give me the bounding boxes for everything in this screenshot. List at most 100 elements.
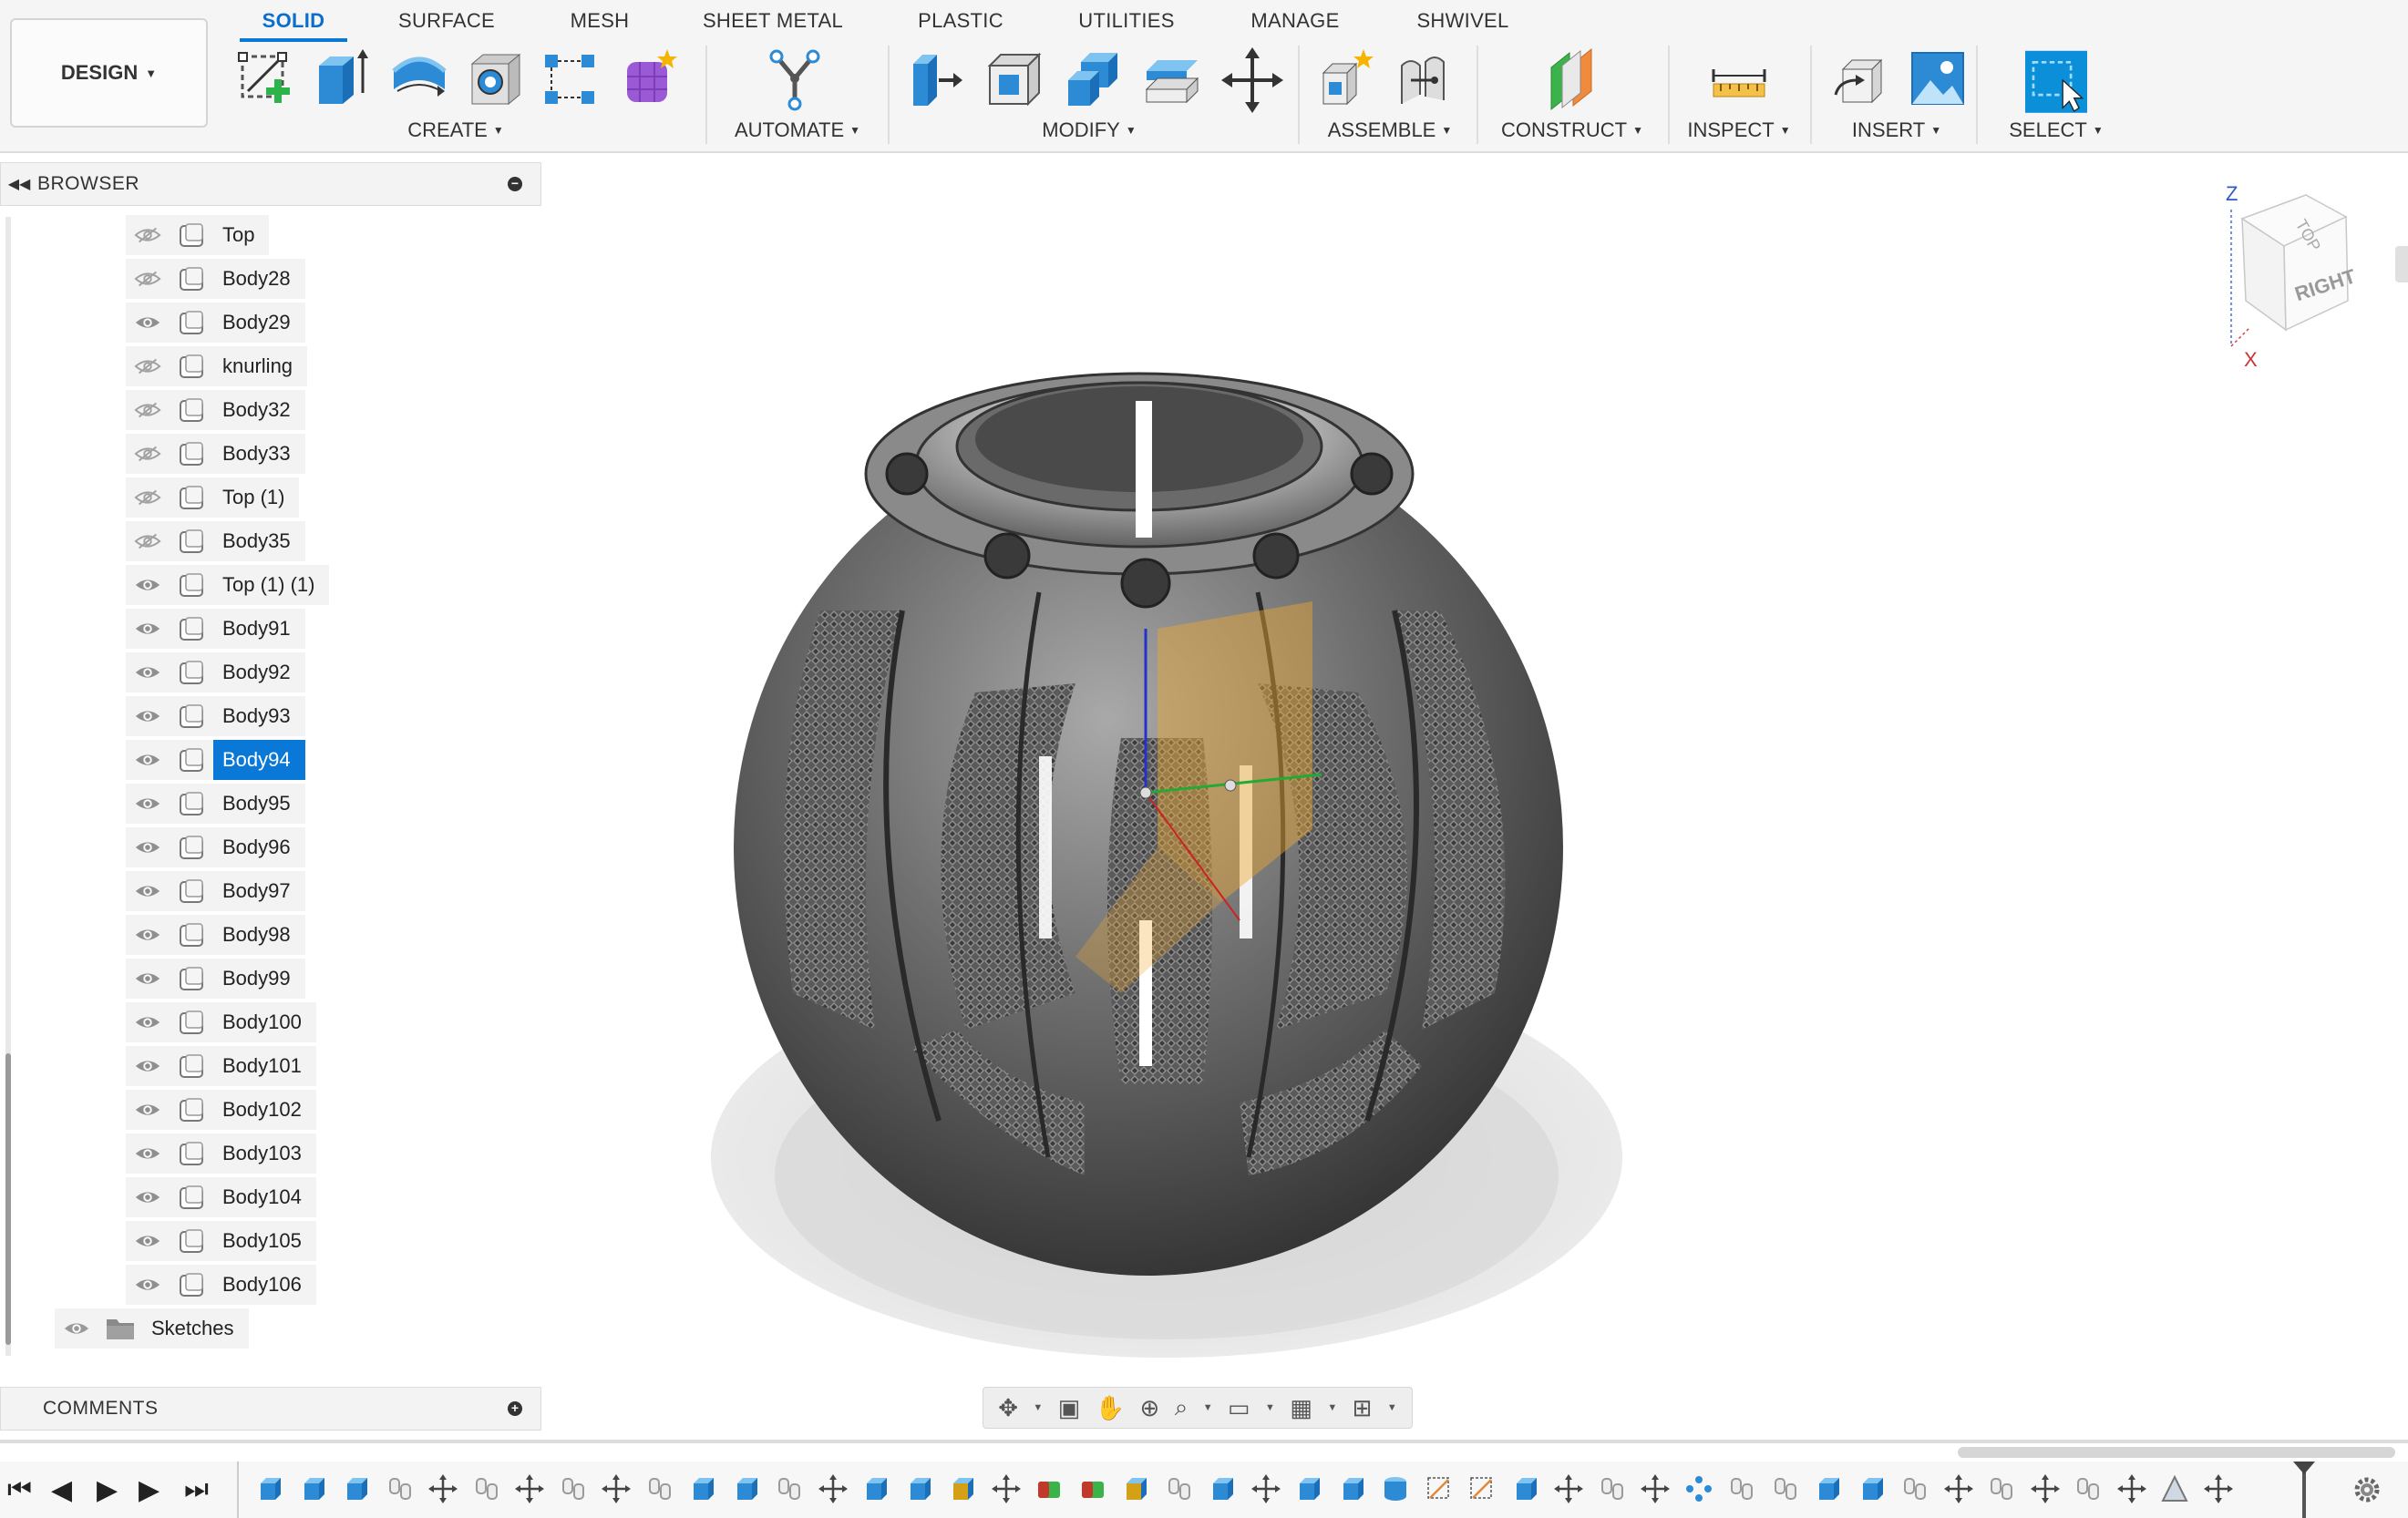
tab-surface[interactable]: SURFACE: [387, 5, 506, 36]
browser-item[interactable]: Body105: [126, 1221, 316, 1261]
timeline-feature-gold-icon[interactable]: [1121, 1474, 1150, 1503]
timeline-feature-gold-icon[interactable]: [948, 1474, 977, 1503]
timeline-feature-joint-icon[interactable]: [645, 1474, 674, 1503]
select-menu[interactable]: SELECT ▼: [2002, 117, 2111, 144]
visibility-eye-icon[interactable]: [126, 652, 170, 692]
press-pull-icon[interactable]: [906, 44, 968, 117]
browser-item[interactable]: Body33: [126, 434, 305, 474]
viewports-icon[interactable]: ⊞: [1353, 1394, 1373, 1422]
browser-item[interactable]: Body29: [126, 303, 305, 343]
pan-icon[interactable]: ✋: [1096, 1394, 1125, 1422]
timeline-feature-pattern-icon[interactable]: [1684, 1474, 1713, 1503]
step-forward-icon[interactable]: ▶: [139, 1474, 160, 1506]
add-comment-icon[interactable]: +: [508, 1401, 522, 1416]
timeline-feature-joint-icon[interactable]: [1727, 1474, 1756, 1503]
create-sketch-icon[interactable]: [235, 44, 297, 117]
hidden-eye-icon[interactable]: [126, 521, 170, 561]
insert-menu[interactable]: INSERT ▼: [1837, 117, 1956, 144]
visibility-eye-icon[interactable]: [126, 303, 170, 343]
look-at-icon[interactable]: ▣: [1058, 1394, 1081, 1422]
step-back-icon[interactable]: ◀: [51, 1474, 72, 1506]
visibility-eye-icon[interactable]: [126, 1265, 170, 1305]
timeline-feature-move-icon[interactable]: [602, 1474, 631, 1503]
browser-item[interactable]: Body100: [126, 1002, 316, 1042]
timeline-feature-joint-icon[interactable]: [1987, 1474, 2016, 1503]
timeline-feature-cube-icon[interactable]: [1814, 1474, 1843, 1503]
panel-tab-handle[interactable]: [2395, 246, 2408, 282]
browser-item[interactable]: Body91: [126, 609, 305, 649]
browser-folder-sketches[interactable]: Sketches: [55, 1308, 249, 1349]
minimize-icon[interactable]: −: [508, 177, 522, 191]
timeline-feature-cube-icon[interactable]: [1338, 1474, 1367, 1503]
visibility-eye-icon[interactable]: [126, 609, 170, 649]
browser-item[interactable]: Top (1) (1): [126, 565, 330, 605]
tab-manage[interactable]: MANAGE: [1240, 5, 1351, 36]
tab-solid[interactable]: SOLID: [246, 5, 341, 36]
tab-mesh[interactable]: MESH: [558, 5, 642, 36]
timeline-scrollbar[interactable]: [1958, 1447, 2395, 1458]
create-menu[interactable]: CREATE ▼: [401, 117, 510, 144]
chevron-down-icon[interactable]: ▼: [1203, 1402, 1213, 1413]
timeline-feature-sketch-icon[interactable]: [1425, 1474, 1454, 1503]
visibility-eye-icon[interactable]: [126, 1221, 170, 1261]
timeline-feature-joint-icon[interactable]: [1598, 1474, 1627, 1503]
view-cube[interactable]: Z X TOP RIGHT: [2206, 173, 2388, 383]
visibility-eye-icon[interactable]: [126, 1177, 170, 1217]
visibility-eye-icon[interactable]: [126, 915, 170, 955]
display-settings-icon[interactable]: ▭: [1228, 1394, 1250, 1422]
assemble-menu[interactable]: ASSEMBLE ▼: [1322, 117, 1458, 144]
timeline-feature-joint-icon[interactable]: [1771, 1474, 1800, 1503]
timeline-feature-cube-icon[interactable]: [1857, 1474, 1887, 1503]
browser-item[interactable]: Body96: [126, 827, 305, 867]
timeline-feature-cube-icon[interactable]: [688, 1474, 717, 1503]
inspect-menu[interactable]: INSPECT ▼: [1684, 117, 1794, 144]
timeline-feature-move-icon[interactable]: [2203, 1474, 2233, 1503]
browser-item[interactable]: Body92: [126, 652, 305, 692]
workspace-switcher-button[interactable]: DESIGN ▼: [10, 18, 208, 128]
hidden-eye-icon[interactable]: [126, 346, 170, 386]
timeline-feature-move-icon[interactable]: [1943, 1474, 1973, 1503]
visibility-eye-icon[interactable]: [126, 740, 170, 780]
timeline-feature-move-icon[interactable]: [1554, 1474, 1583, 1503]
visibility-eye-icon[interactable]: [126, 565, 170, 605]
browser-item[interactable]: Body32: [126, 390, 305, 430]
3d-model-viewport[interactable]: [693, 337, 1622, 1376]
visibility-eye-icon[interactable]: [126, 784, 170, 824]
go-to-end-icon[interactable]: ⏭: [184, 1474, 209, 1505]
timeline-feature-move-icon[interactable]: [428, 1474, 458, 1503]
construct-menu[interactable]: CONSTRUCT ▼: [1495, 117, 1650, 144]
offset-face-icon[interactable]: [1141, 44, 1203, 117]
tab-utilities[interactable]: UTILITIES: [1065, 5, 1189, 36]
timeline-feature-cube-icon[interactable]: [905, 1474, 934, 1503]
visibility-eye-icon[interactable]: [126, 1133, 170, 1174]
timeline-feature-cube-icon[interactable]: [1208, 1474, 1237, 1503]
timeline-feature-cube-icon[interactable]: [732, 1474, 761, 1503]
offset-plane-icon[interactable]: [1542, 44, 1604, 117]
timeline-feature-joint-icon[interactable]: [1900, 1474, 1929, 1503]
move-copy-icon[interactable]: [1221, 44, 1283, 117]
timeline-feature-move-icon[interactable]: [2116, 1474, 2146, 1503]
timeline-feature-move-icon[interactable]: [515, 1474, 544, 1503]
browser-item[interactable]: Body93: [126, 696, 305, 736]
browser-item[interactable]: Body104: [126, 1177, 316, 1217]
timeline-marker-handle[interactable]: [2293, 1462, 2315, 1474]
timeline-feature-mix-icon[interactable]: [1078, 1474, 1107, 1503]
hidden-eye-icon[interactable]: [126, 215, 170, 255]
zoom-icon[interactable]: ⊕: [1140, 1394, 1160, 1422]
visibility-eye-icon[interactable]: [126, 1046, 170, 1086]
orbit-icon[interactable]: ✥: [998, 1394, 1018, 1422]
browser-item[interactable]: Body103: [126, 1133, 316, 1174]
timeline-feature-cube-icon[interactable]: [1294, 1474, 1323, 1503]
timeline-feature-cyl-icon[interactable]: [1381, 1474, 1410, 1503]
timeline-feature-move-icon[interactable]: [1641, 1474, 1670, 1503]
timeline-feature-cube-icon[interactable]: [299, 1474, 328, 1503]
settings-gear-icon[interactable]: [2351, 1474, 2382, 1505]
revolve-icon[interactable]: [388, 44, 450, 117]
chevron-down-icon[interactable]: ▼: [1033, 1402, 1043, 1413]
timeline-feature-joint-icon[interactable]: [472, 1474, 501, 1503]
insert-canvas-icon[interactable]: [1907, 44, 1969, 117]
browser-scrollbar-thumb[interactable]: [5, 1053, 11, 1345]
timeline-feature-move-icon[interactable]: [2030, 1474, 2060, 1503]
timeline-feature-joint-icon[interactable]: [1165, 1474, 1194, 1503]
browser-item[interactable]: Body99: [126, 959, 305, 999]
